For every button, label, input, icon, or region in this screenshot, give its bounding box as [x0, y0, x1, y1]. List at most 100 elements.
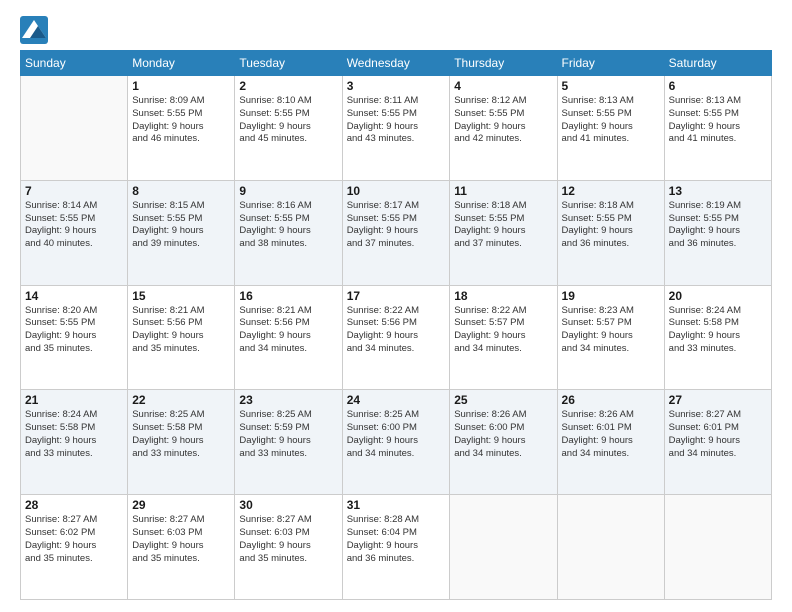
calendar-table: SundayMondayTuesdayWednesdayThursdayFrid…	[20, 50, 772, 600]
day-info: Sunrise: 8:27 AM Sunset: 6:01 PM Dayligh…	[669, 409, 767, 460]
day-number: 12	[562, 184, 660, 198]
day-info: Sunrise: 8:21 AM Sunset: 5:56 PM Dayligh…	[132, 305, 230, 356]
day-info: Sunrise: 8:24 AM Sunset: 5:58 PM Dayligh…	[25, 409, 123, 460]
day-cell: 22 Sunrise: 8:25 AM Sunset: 5:58 PM Dayli…	[128, 390, 235, 495]
day-info: Sunrise: 8:11 AM Sunset: 5:55 PM Dayligh…	[347, 95, 446, 146]
day-info: Sunrise: 8:22 AM Sunset: 5:57 PM Dayligh…	[454, 305, 552, 356]
week-row-1: 1Sunrise: 8:09 AM Sunset: 5:55 PM Daylig…	[21, 76, 772, 181]
header	[20, 16, 772, 44]
day-number: 10	[347, 184, 446, 198]
day-number: 8	[132, 184, 230, 198]
day-cell: 21 Sunrise: 8:24 AM Sunset: 5:58 PM Dayli…	[21, 390, 128, 495]
col-header-friday: Friday	[557, 51, 664, 76]
logo	[20, 16, 52, 44]
col-header-sunday: Sunday	[21, 51, 128, 76]
day-number: 16	[239, 289, 337, 303]
col-header-saturday: Saturday	[664, 51, 771, 76]
day-cell: 23Sunrise: 8:25 AM Sunset: 5:59 PM Dayli…	[235, 390, 342, 495]
day-number: 13	[669, 184, 767, 198]
day-cell: 14Sunrise: 8:20 AM Sunset: 5:55 PM Dayli…	[21, 285, 128, 390]
day-number: 22	[132, 393, 230, 407]
week-row-5: 28Sunrise: 8:27 AM Sunset: 6:02 PM Dayli…	[21, 495, 772, 600]
day-number: 15	[132, 289, 230, 303]
day-cell	[557, 495, 664, 600]
day-cell: 19 Sunrise: 8:23 AM Sunset: 5:57 PM Dayli…	[557, 285, 664, 390]
day-number: 30	[239, 498, 337, 512]
day-info: Sunrise: 8:26 AM Sunset: 6:00 PM Dayligh…	[454, 409, 552, 460]
day-info: Sunrise: 8:24 AM Sunset: 5:58 PM Dayligh…	[669, 305, 767, 356]
day-info: Sunrise: 8:18 AM Sunset: 5:55 PM Dayligh…	[562, 200, 660, 251]
day-info: Sunrise: 8:16 AM Sunset: 5:55 PM Dayligh…	[239, 200, 337, 251]
day-info: Sunrise: 8:13 AM Sunset: 5:55 PM Dayligh…	[562, 95, 660, 146]
day-info: Sunrise: 8:25 AM Sunset: 6:00 PM Dayligh…	[347, 409, 446, 460]
day-number: 25	[454, 393, 552, 407]
day-cell: 31Sunrise: 8:28 AM Sunset: 6:04 PM Dayli…	[342, 495, 450, 600]
day-cell: 7 Sunrise: 8:14 AM Sunset: 5:55 PM Daylig…	[21, 180, 128, 285]
day-cell: 13 Sunrise: 8:19 AM Sunset: 5:55 PM Dayli…	[664, 180, 771, 285]
day-info: Sunrise: 8:27 AM Sunset: 6:03 PM Dayligh…	[132, 514, 230, 565]
day-number: 21	[25, 393, 123, 407]
day-cell: 18Sunrise: 8:22 AM Sunset: 5:57 PM Dayli…	[450, 285, 557, 390]
day-cell: 3 Sunrise: 8:11 AM Sunset: 5:55 PM Daylig…	[342, 76, 450, 181]
day-info: Sunrise: 8:26 AM Sunset: 6:01 PM Dayligh…	[562, 409, 660, 460]
day-number: 7	[25, 184, 123, 198]
day-number: 31	[347, 498, 446, 512]
day-cell: 4 Sunrise: 8:12 AM Sunset: 5:55 PM Daylig…	[450, 76, 557, 181]
day-number: 24	[347, 393, 446, 407]
day-info: Sunrise: 8:10 AM Sunset: 5:55 PM Dayligh…	[239, 95, 337, 146]
day-cell: 29Sunrise: 8:27 AM Sunset: 6:03 PM Dayli…	[128, 495, 235, 600]
col-header-monday: Monday	[128, 51, 235, 76]
day-cell: 1Sunrise: 8:09 AM Sunset: 5:55 PM Daylig…	[128, 76, 235, 181]
day-cell: 8 Sunrise: 8:15 AM Sunset: 5:55 PM Daylig…	[128, 180, 235, 285]
week-row-4: 21 Sunrise: 8:24 AM Sunset: 5:58 PM Dayli…	[21, 390, 772, 495]
day-info: Sunrise: 8:27 AM Sunset: 6:02 PM Dayligh…	[25, 514, 123, 565]
day-cell: 24 Sunrise: 8:25 AM Sunset: 6:00 PM Dayli…	[342, 390, 450, 495]
day-number: 17	[347, 289, 446, 303]
day-number: 23	[239, 393, 337, 407]
day-number: 6	[669, 79, 767, 93]
day-cell: 15 Sunrise: 8:21 AM Sunset: 5:56 PM Dayli…	[128, 285, 235, 390]
day-cell: 17 Sunrise: 8:22 AM Sunset: 5:56 PM Dayli…	[342, 285, 450, 390]
day-number: 3	[347, 79, 446, 93]
day-number: 27	[669, 393, 767, 407]
day-info: Sunrise: 8:17 AM Sunset: 5:55 PM Dayligh…	[347, 200, 446, 251]
day-info: Sunrise: 8:15 AM Sunset: 5:55 PM Dayligh…	[132, 200, 230, 251]
day-info: Sunrise: 8:19 AM Sunset: 5:55 PM Dayligh…	[669, 200, 767, 251]
day-number: 4	[454, 79, 552, 93]
day-number: 11	[454, 184, 552, 198]
day-cell: 26 Sunrise: 8:26 AM Sunset: 6:01 PM Dayli…	[557, 390, 664, 495]
day-cell: 12 Sunrise: 8:18 AM Sunset: 5:55 PM Dayli…	[557, 180, 664, 285]
day-info: Sunrise: 8:22 AM Sunset: 5:56 PM Dayligh…	[347, 305, 446, 356]
day-info: Sunrise: 8:25 AM Sunset: 5:58 PM Dayligh…	[132, 409, 230, 460]
day-cell: 5 Sunrise: 8:13 AM Sunset: 5:55 PM Daylig…	[557, 76, 664, 181]
page: SundayMondayTuesdayWednesdayThursdayFrid…	[0, 0, 792, 612]
day-number: 2	[239, 79, 337, 93]
day-cell: 16 Sunrise: 8:21 AM Sunset: 5:56 PM Dayli…	[235, 285, 342, 390]
day-info: Sunrise: 8:18 AM Sunset: 5:55 PM Dayligh…	[454, 200, 552, 251]
day-info: Sunrise: 8:21 AM Sunset: 5:56 PM Dayligh…	[239, 305, 337, 356]
day-cell: 27 Sunrise: 8:27 AM Sunset: 6:01 PM Dayli…	[664, 390, 771, 495]
day-cell: 6Sunrise: 8:13 AM Sunset: 5:55 PM Daylig…	[664, 76, 771, 181]
day-cell	[21, 76, 128, 181]
day-number: 26	[562, 393, 660, 407]
day-number: 1	[132, 79, 230, 93]
day-cell: 30Sunrise: 8:27 AM Sunset: 6:03 PM Dayli…	[235, 495, 342, 600]
day-cell: 9 Sunrise: 8:16 AM Sunset: 5:55 PM Daylig…	[235, 180, 342, 285]
day-cell: 20 Sunrise: 8:24 AM Sunset: 5:58 PM Dayli…	[664, 285, 771, 390]
col-header-tuesday: Tuesday	[235, 51, 342, 76]
day-cell: 25 Sunrise: 8:26 AM Sunset: 6:00 PM Dayli…	[450, 390, 557, 495]
week-row-2: 7 Sunrise: 8:14 AM Sunset: 5:55 PM Daylig…	[21, 180, 772, 285]
day-number: 5	[562, 79, 660, 93]
logo-icon	[20, 16, 48, 44]
day-cell: 11 Sunrise: 8:18 AM Sunset: 5:55 PM Dayli…	[450, 180, 557, 285]
day-info: Sunrise: 8:23 AM Sunset: 5:57 PM Dayligh…	[562, 305, 660, 356]
day-cell	[450, 495, 557, 600]
day-number: 9	[239, 184, 337, 198]
day-number: 20	[669, 289, 767, 303]
day-info: Sunrise: 8:12 AM Sunset: 5:55 PM Dayligh…	[454, 95, 552, 146]
day-cell: 2 Sunrise: 8:10 AM Sunset: 5:55 PM Daylig…	[235, 76, 342, 181]
day-info: Sunrise: 8:14 AM Sunset: 5:55 PM Dayligh…	[25, 200, 123, 251]
day-number: 19	[562, 289, 660, 303]
col-header-wednesday: Wednesday	[342, 51, 450, 76]
week-row-3: 14Sunrise: 8:20 AM Sunset: 5:55 PM Dayli…	[21, 285, 772, 390]
